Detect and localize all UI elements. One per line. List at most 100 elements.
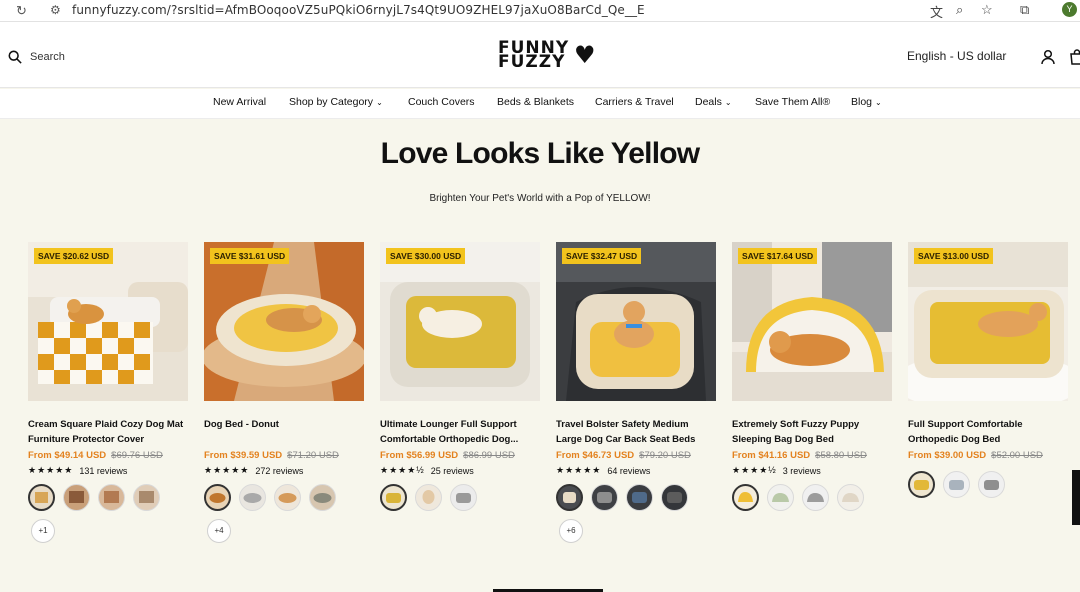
sale-price: From $46.73 USD xyxy=(556,450,635,461)
translate-icon[interactable]: 文 xyxy=(930,2,943,21)
star-rating-icon: ★★★★½ xyxy=(732,465,777,475)
product-title[interactable]: Cream Square Plaid Cozy Dog Mat Furnitur… xyxy=(28,417,188,447)
variant-swatch[interactable] xyxy=(978,471,1005,498)
swatch-image xyxy=(738,492,753,502)
product-card[interactable]: SAVE $13.00 USD Full Support Comfortable… xyxy=(908,242,1068,498)
variant-swatch[interactable] xyxy=(380,484,407,511)
review-count[interactable]: 3 reviews xyxy=(783,466,821,476)
variant-swatch[interactable] xyxy=(133,484,160,511)
review-count[interactable]: 272 reviews xyxy=(255,466,303,476)
discount-badge: SAVE $17.64 USD xyxy=(738,248,818,264)
variant-swatch[interactable] xyxy=(415,484,442,511)
variant-swatch[interactable] xyxy=(309,484,336,511)
swatch-image xyxy=(278,493,297,503)
product-photo xyxy=(380,242,540,401)
product-image[interactable]: SAVE $32.47 USD xyxy=(556,242,716,401)
discount-badge: SAVE $20.62 USD xyxy=(34,248,114,264)
variant-swatches xyxy=(908,471,1068,498)
language-currency-selector[interactable]: English - US dollar xyxy=(907,49,1006,63)
product-image[interactable]: SAVE $20.62 USD xyxy=(28,242,188,401)
product-title[interactable]: Extremely Soft Fuzzy Puppy Sleeping Bag … xyxy=(732,417,892,447)
swatch-image xyxy=(386,493,401,503)
product-price: From $56.99 USD $86.99 USD xyxy=(380,450,540,461)
nav-deals[interactable]: Deals ⌄ xyxy=(695,96,732,108)
product-price: From $49.14 USD $69.76 USD xyxy=(28,450,188,461)
sale-price: From $49.14 USD xyxy=(28,450,107,461)
swatch-image xyxy=(807,493,824,502)
product-photo xyxy=(556,242,716,401)
product-photo xyxy=(732,242,892,401)
variant-swatch[interactable] xyxy=(908,471,935,498)
product-title[interactable]: Ultimate Lounger Full Support Comfortabl… xyxy=(380,417,540,447)
product-card[interactable]: SAVE $30.00 USD Ultimate Lounger Full Su… xyxy=(380,242,540,511)
account-icon[interactable] xyxy=(1040,49,1056,65)
variant-swatch[interactable] xyxy=(450,484,477,511)
review-count[interactable]: 25 reviews xyxy=(431,466,474,476)
nav-beds-blankets[interactable]: Beds & Blankets xyxy=(497,96,574,108)
variant-swatch[interactable] xyxy=(556,484,583,511)
nav-shop-by-category[interactable]: Shop by Category ⌄ xyxy=(289,96,383,108)
product-image[interactable]: SAVE $31.61 USD xyxy=(204,242,364,401)
more-variants-button[interactable]: +1 xyxy=(31,519,55,543)
variant-swatch[interactable] xyxy=(943,471,970,498)
original-price: $52.00 USD xyxy=(991,450,1043,461)
bookmark-star-icon[interactable]: ☆ xyxy=(981,2,993,18)
variant-swatch[interactable] xyxy=(204,484,231,511)
nav-carriers-travel[interactable]: Carriers & Travel xyxy=(595,96,674,108)
nav-label: Save Them All® xyxy=(755,96,831,108)
swatch-image xyxy=(914,480,929,490)
profile-avatar[interactable]: Y xyxy=(1062,2,1077,17)
variant-swatch[interactable] xyxy=(591,484,618,511)
nav-new-arrival[interactable]: New Arrival xyxy=(213,96,266,108)
zoom-icon[interactable]: ⌕ xyxy=(956,2,963,18)
nav-blog[interactable]: Blog ⌄ xyxy=(851,96,882,108)
carousel-next-arrow[interactable] xyxy=(1072,470,1080,525)
cart-icon[interactable] xyxy=(1070,49,1080,65)
nav-label: Carriers & Travel xyxy=(595,96,674,108)
product-rating: ★★★★½ 3 reviews xyxy=(732,465,892,476)
nav-couch-covers[interactable]: Couch Covers xyxy=(408,96,475,108)
more-variants-button[interactable]: +4 xyxy=(207,519,231,543)
swatch-image xyxy=(563,492,576,503)
product-card[interactable]: SAVE $31.61 USD Dog Bed - Donut From $39… xyxy=(204,242,364,543)
product-card[interactable]: SAVE $32.47 USD Travel Bolster Safety Me… xyxy=(556,242,716,543)
product-rating: ★★★★★ 272 reviews xyxy=(204,465,364,476)
extensions-icon[interactable]: ⧉ xyxy=(1020,2,1029,18)
variant-swatch[interactable] xyxy=(837,484,864,511)
sale-price: From $39.59 USD xyxy=(204,450,283,461)
variant-swatch[interactable] xyxy=(63,484,90,511)
variant-swatch[interactable] xyxy=(28,484,55,511)
variant-swatch[interactable] xyxy=(98,484,125,511)
product-image[interactable]: SAVE $13.00 USD xyxy=(908,242,1068,401)
main-navigation: New Arrival Shop by Category ⌄ Couch Cove… xyxy=(0,89,1080,119)
swatch-image xyxy=(949,480,964,490)
site-info-icon[interactable]: ⚙ xyxy=(50,3,61,17)
original-price: $71.20 USD xyxy=(287,450,339,461)
product-title[interactable]: Dog Bed - Donut xyxy=(204,417,364,447)
variant-swatch[interactable] xyxy=(626,484,653,511)
variant-swatch[interactable] xyxy=(239,484,266,511)
product-image[interactable]: SAVE $17.64 USD xyxy=(732,242,892,401)
product-image[interactable]: SAVE $30.00 USD xyxy=(380,242,540,401)
search-button[interactable]: Search xyxy=(8,50,65,64)
product-price: From $39.59 USD $71.20 USD xyxy=(204,450,364,461)
product-card[interactable]: SAVE $20.62 USD Cream Square Plaid Cozy … xyxy=(28,242,188,543)
reload-icon[interactable]: ↻ xyxy=(16,3,27,19)
more-variants-button[interactable]: +6 xyxy=(559,519,583,543)
swatch-image xyxy=(104,491,119,503)
discount-badge: SAVE $31.61 USD xyxy=(210,248,290,264)
variant-swatch[interactable] xyxy=(274,484,301,511)
product-title[interactable]: Travel Bolster Safety Medium Large Dog C… xyxy=(556,417,716,447)
variant-swatch[interactable] xyxy=(767,484,794,511)
site-logo[interactable]: FUNNY FUZZY ♥ xyxy=(498,40,596,71)
nav-save-them-all[interactable]: Save Them All® xyxy=(755,96,830,108)
variant-swatch[interactable] xyxy=(802,484,829,511)
product-title[interactable]: Full Support Comfortable Orthopedic Dog … xyxy=(908,417,1068,447)
variant-swatch[interactable] xyxy=(732,484,759,511)
review-count[interactable]: 131 reviews xyxy=(79,466,127,476)
variant-swatch[interactable] xyxy=(661,484,688,511)
product-card[interactable]: SAVE $17.64 USD Extremely Soft Fuzzy Pup… xyxy=(732,242,892,511)
variant-swatches xyxy=(28,484,188,511)
review-count[interactable]: 64 reviews xyxy=(607,466,650,476)
address-bar[interactable]: funnyfuzzy.com/?srsltid=AfmBOoqooVZ5uPQk… xyxy=(72,3,645,17)
